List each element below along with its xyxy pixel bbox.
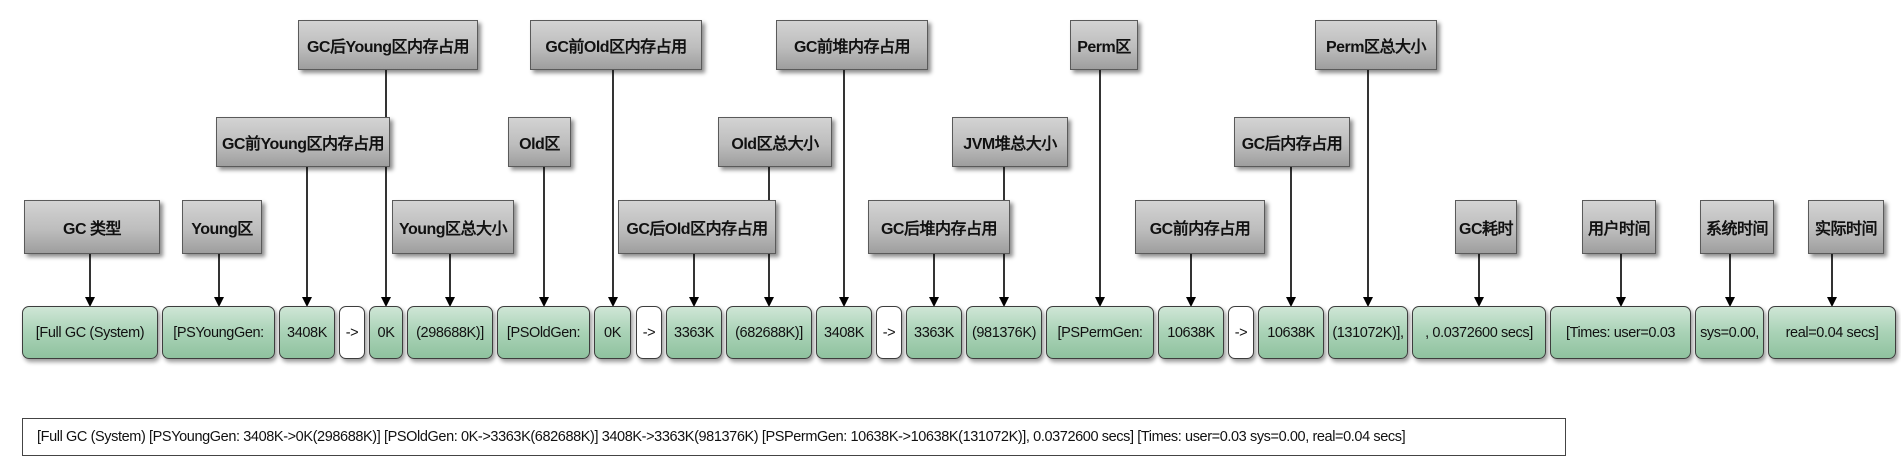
log-segment: -> xyxy=(339,306,365,359)
label-sys-time: 系统时间 xyxy=(1700,200,1774,254)
label-gc-time: GC耗时 xyxy=(1455,200,1517,254)
label-heap-after: GC后堆内存占用 xyxy=(868,200,1010,254)
log-segment: -> xyxy=(636,306,662,359)
log-segment: [PSPermGen: xyxy=(1046,306,1154,359)
log-segment: 3363K xyxy=(906,306,962,359)
log-segment: 3363K xyxy=(666,306,722,359)
label-old-before: GC前Old区内存占用 xyxy=(530,20,702,70)
log-segment: 0K xyxy=(594,306,631,359)
label-heap-total: JVM堆总大小 xyxy=(952,117,1068,167)
label-young-after: GC后Young区内存占用 xyxy=(298,20,478,70)
label-perm-after: GC后内存占用 xyxy=(1234,117,1350,167)
log-segment: (981376K) xyxy=(966,306,1042,359)
label-perm-before: GC前内存占用 xyxy=(1135,200,1265,254)
log-segment: 3408K xyxy=(279,306,335,359)
log-segment: -> xyxy=(1228,306,1254,359)
label-old-area: Old区 xyxy=(508,117,571,167)
log-segment: real=0.04 secs] xyxy=(1768,306,1896,359)
log-segment: [PSYoungGen: xyxy=(162,306,275,359)
log-segment: [Full GC (System) xyxy=(22,306,158,359)
label-old-after: GC后Old区内存占用 xyxy=(618,200,776,254)
label-real-time: 实际时间 xyxy=(1808,200,1884,254)
log-segment: 10638K xyxy=(1258,306,1324,359)
label-old-total: Old区总大小 xyxy=(718,117,832,167)
label-young-total: Young区总大小 xyxy=(392,200,514,254)
log-segment: 3408K xyxy=(816,306,872,359)
log-segment: 0K xyxy=(369,306,403,359)
label-perm-total: Perm区总大小 xyxy=(1315,20,1437,70)
log-segment: -> xyxy=(876,306,902,359)
log-segment: [PSOldGen: xyxy=(497,306,590,359)
label-young-before: GC前Young区内存占用 xyxy=(216,117,390,167)
label-young-area: Young区 xyxy=(182,200,262,254)
full-log-line: [Full GC (System) [PSYoungGen: 3408K->0K… xyxy=(22,418,1566,456)
label-gc-type: GC 类型 xyxy=(24,200,160,254)
label-heap-before: GC前堆内存占用 xyxy=(776,20,928,70)
log-segment: , 0.0372600 secs] xyxy=(1412,306,1546,359)
log-segment: [Times: user=0.03 xyxy=(1550,306,1691,359)
log-segment: sys=0.00, xyxy=(1695,306,1764,359)
label-user-time: 用户时间 xyxy=(1582,200,1656,254)
log-segment: 10638K xyxy=(1158,306,1224,359)
log-segment: (131072K)], xyxy=(1328,306,1408,359)
log-segment: (298688K)] xyxy=(407,306,493,359)
gc-log-diagram: [Full GC (System) [PSYoungGen: 3408K -> 0K (2… xyxy=(0,0,1901,460)
label-perm-area: Perm区 xyxy=(1070,20,1138,70)
log-segment: (682688K)] xyxy=(726,306,812,359)
